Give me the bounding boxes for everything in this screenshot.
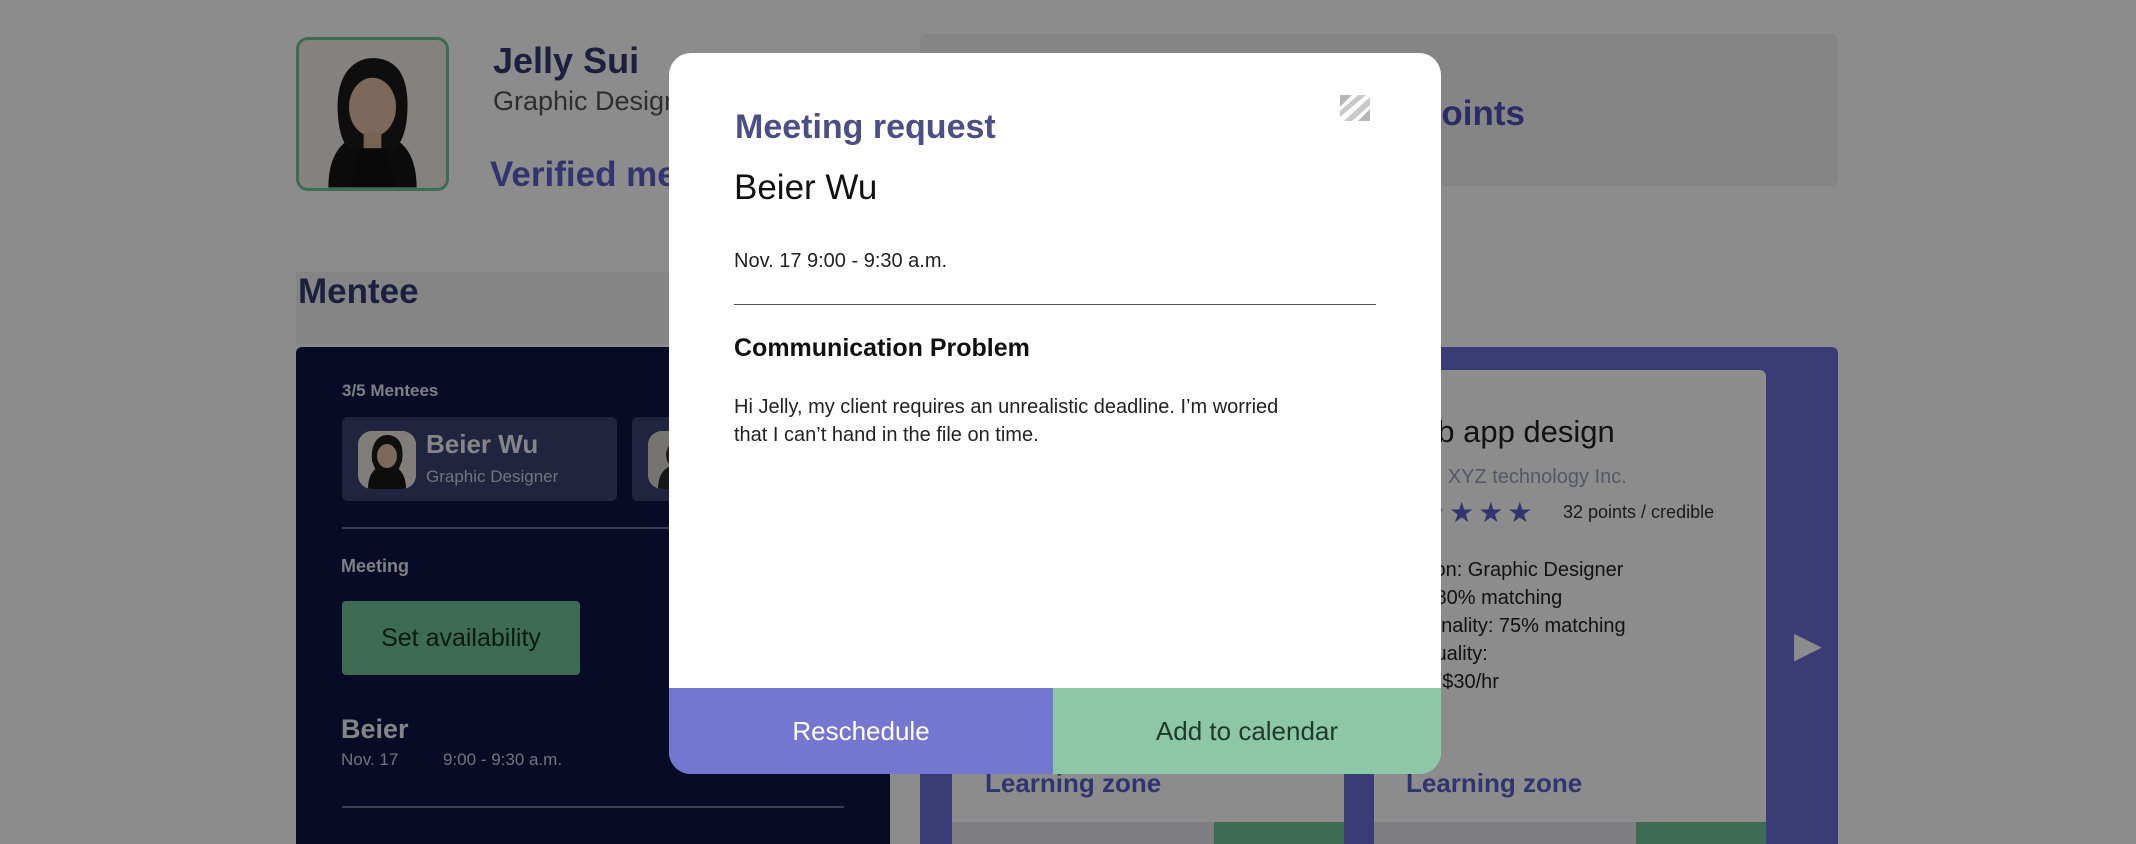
meeting-datetime: Nov. 17 9:00 - 9:30 a.m. (734, 250, 948, 272)
collapse-icon[interactable] (1338, 93, 1372, 123)
add-to-calendar-button[interactable]: Add to calendar (1053, 688, 1441, 774)
divider (734, 304, 1376, 305)
meeting-subject: Communication Problem (734, 334, 1030, 362)
reschedule-button[interactable]: Reschedule (669, 688, 1053, 774)
modal-title: Meeting request (735, 108, 996, 146)
meeting-message: Hi Jelly, my client requires an unrealis… (734, 396, 1279, 446)
sender-name: Beier Wu (734, 168, 878, 207)
meeting-request-modal: Meeting request Beier Wu Nov. 17 9:00 - … (669, 53, 1441, 774)
